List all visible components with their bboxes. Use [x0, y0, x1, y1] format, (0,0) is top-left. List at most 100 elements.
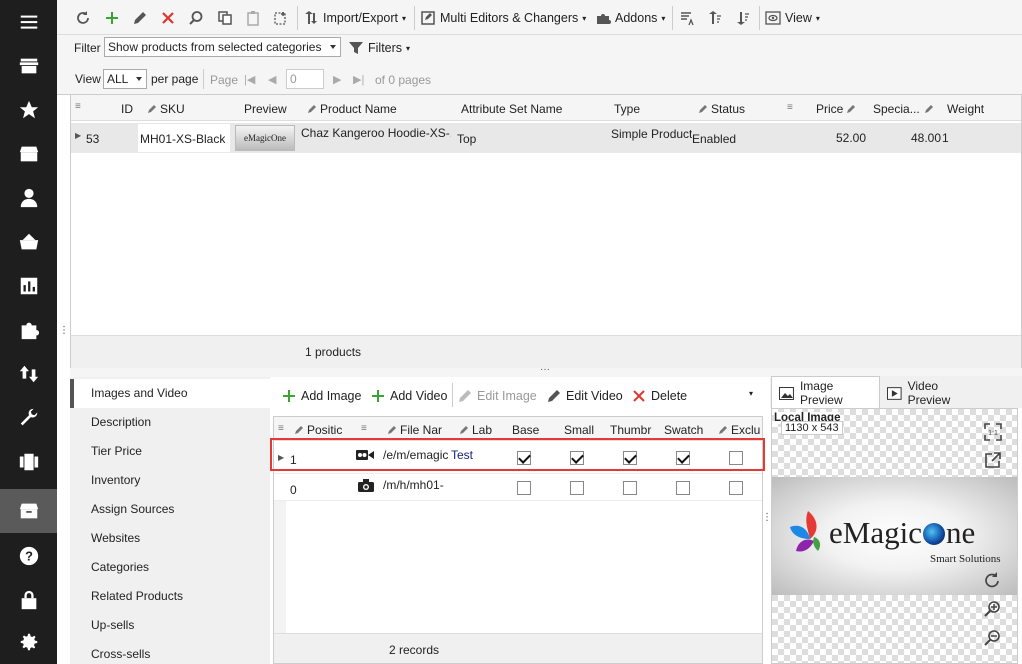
user-icon[interactable] — [0, 176, 57, 220]
edit-image-button[interactable]: Edit Image — [457, 386, 537, 406]
star-icon[interactable] — [0, 88, 57, 132]
tab-image-preview-label: Image Preview — [799, 379, 843, 407]
more-dropdown-icon[interactable]: ▾ — [749, 389, 753, 398]
cell-price: 52.00 — [836, 131, 867, 145]
filter-label: Filter — [74, 41, 101, 55]
col-base[interactable]: Base — [512, 423, 539, 437]
col-thumbnail[interactable]: Thumbr — [610, 423, 651, 437]
delete-icon[interactable] — [160, 8, 176, 28]
first-page-icon[interactable]: |◀ — [244, 73, 255, 86]
splitter-grip-v[interactable]: ⋮ — [59, 325, 69, 336]
view-button[interactable]: View ▾ — [765, 8, 820, 28]
tab-related-products[interactable]: Related Products — [70, 582, 270, 611]
tab-up-sells[interactable]: Up-sells — [70, 611, 270, 640]
tab-image-preview[interactable]: Image Preview — [771, 376, 880, 409]
edit-video-button[interactable]: Edit Video — [546, 386, 623, 406]
col-exclude[interactable]: Exclu — [718, 423, 760, 437]
zoom-in-icon[interactable] — [984, 600, 1001, 620]
help-icon[interactable]: ? — [0, 534, 57, 578]
col-small[interactable]: Small — [564, 423, 594, 437]
search-icon[interactable] — [188, 8, 204, 28]
archive-icon[interactable] — [0, 132, 57, 176]
wrench-icon[interactable] — [0, 396, 57, 440]
refresh-icon[interactable] — [75, 8, 91, 28]
next-page-icon[interactable]: ▶ — [333, 73, 341, 86]
addons-label: Addons — [615, 11, 658, 25]
settings-icon[interactable] — [0, 620, 57, 664]
tab-inventory[interactable]: Inventory — [70, 466, 270, 495]
chart-icon[interactable] — [0, 264, 57, 308]
img-column-menu-icon[interactable]: ≡ — [278, 423, 284, 434]
copy-icon[interactable] — [217, 8, 233, 28]
edit-icon[interactable] — [132, 8, 148, 28]
tab-categories[interactable]: Categories — [70, 553, 270, 582]
col-type-icon[interactable]: ≡ — [361, 423, 367, 434]
col-type[interactable]: Type — [614, 102, 640, 116]
add-video-button[interactable]: Add Video — [370, 386, 447, 406]
sort-icon[interactable]: ≡ — [787, 102, 793, 113]
paste-icon[interactable] — [245, 8, 261, 28]
col-status[interactable]: Status — [698, 102, 745, 116]
sort-up-icon[interactable] — [707, 8, 723, 28]
col-swatch[interactable]: Swatch — [664, 423, 703, 437]
products-icon[interactable] — [0, 489, 57, 533]
menu-icon[interactable] — [0, 0, 57, 44]
page-size-select[interactable]: ALL — [103, 69, 147, 89]
zoom-out-icon[interactable] — [984, 629, 1001, 649]
table-row[interactable]: 0 /m/h/mh01- — [274, 473, 762, 501]
col-weight[interactable]: Weight — [947, 102, 984, 116]
row-expander-icon[interactable]: ▶ — [75, 131, 81, 140]
table-row[interactable]: ▶ 53 MH01-XS-Black eMagicOne Chaz Kanger… — [71, 123, 1021, 153]
tab-video-preview[interactable]: Video Preview — [882, 378, 982, 408]
page-input[interactable]: 0 — [286, 69, 324, 89]
filter-select[interactable]: Show products from selected categories — [104, 37, 341, 57]
swatch-checkbox[interactable] — [676, 481, 690, 495]
col-exclude-label: Exclu — [731, 423, 761, 437]
select-icon[interactable] — [273, 8, 289, 28]
col-price[interactable]: Price — [816, 102, 859, 116]
tab-cross-sells[interactable]: Cross-sells — [70, 640, 270, 664]
lock-icon[interactable] — [0, 578, 57, 622]
thumbnail-checkbox[interactable] — [623, 481, 637, 495]
tab-assign-sources[interactable]: Assign Sources — [70, 495, 270, 524]
addons-button[interactable]: Addons ▾ — [595, 8, 665, 28]
column-menu-icon[interactable]: ≡ — [75, 101, 81, 112]
add-icon[interactable] — [104, 8, 120, 28]
text-format-icon[interactable] — [679, 8, 695, 28]
logo-subtitle: Smart Solutions — [930, 553, 1001, 565]
prev-page-icon[interactable]: ◀ — [268, 73, 276, 86]
rotate-icon[interactable] — [984, 572, 1001, 592]
exclude-checkbox[interactable] — [729, 481, 743, 495]
multi-editors-button[interactable]: Multi Editors & Changers ▾ — [420, 8, 586, 28]
tab-websites[interactable]: Websites — [70, 524, 270, 553]
store-icon[interactable] — [0, 44, 57, 88]
col-attribute-set[interactable]: Attribute Set Name — [461, 102, 562, 116]
filters-button[interactable]: Filters ▾ — [348, 38, 410, 58]
sort-arrows-icon[interactable] — [0, 352, 57, 396]
tab-description[interactable]: Description — [70, 408, 270, 437]
base-checkbox[interactable] — [517, 481, 531, 495]
col-product-name[interactable]: Product Name — [307, 102, 397, 116]
col-file-name[interactable]: File Nar — [387, 423, 442, 437]
tab-images-video[interactable]: Images and Video — [70, 379, 270, 408]
delete-image-button[interactable]: Delete — [631, 386, 687, 406]
import-export-button[interactable]: Import/Export ▾ — [303, 8, 406, 28]
col-special[interactable]: Specia... — [873, 102, 937, 116]
col-label[interactable]: Lab — [459, 423, 492, 437]
fit-screen-icon[interactable]: 1:1 — [984, 423, 1002, 444]
last-page-icon[interactable]: ▶| — [353, 73, 364, 86]
add-image-button[interactable]: Add Image — [281, 386, 361, 406]
col-sku[interactable]: SKU — [147, 102, 185, 116]
cards-icon[interactable] — [0, 440, 57, 484]
cell-sku-box[interactable]: MH01-XS-Black — [138, 124, 230, 152]
puzzle-icon[interactable] — [0, 308, 57, 352]
col-position[interactable]: Positic — [294, 423, 342, 437]
tab-tier-price[interactable]: Tier Price — [70, 437, 270, 466]
col-id[interactable]: ID — [121, 102, 133, 116]
images-toolbar: Add Image Add Video Edit Image Edit Vide… — [273, 377, 765, 411]
col-preview[interactable]: Preview — [244, 102, 287, 116]
open-external-icon[interactable] — [985, 452, 1001, 471]
sort-down-icon[interactable] — [735, 8, 751, 28]
small-checkbox[interactable] — [570, 481, 584, 495]
basket-icon[interactable] — [0, 220, 57, 264]
